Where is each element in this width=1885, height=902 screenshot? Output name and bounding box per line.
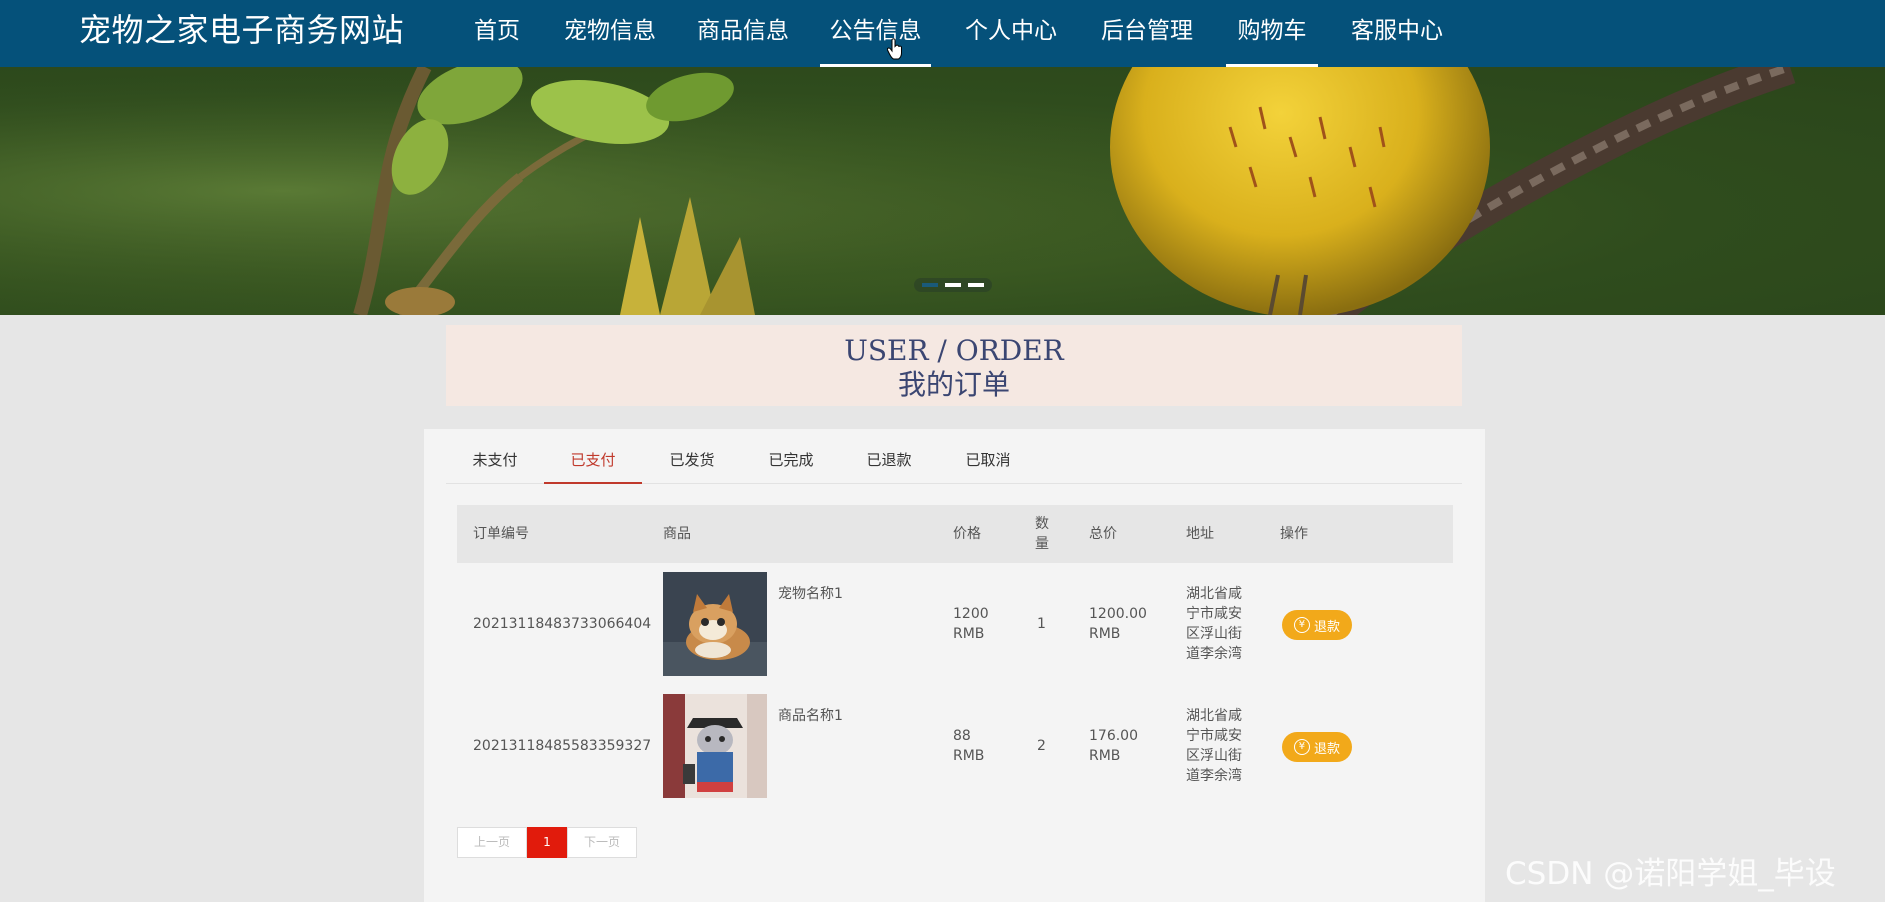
page-1-button[interactable]: 1 xyxy=(527,827,567,858)
nav-admin[interactable]: 后台管理 xyxy=(1101,0,1193,67)
nav-product-info[interactable]: 商品信息 xyxy=(697,0,789,67)
carousel-indicators xyxy=(914,278,992,292)
hero-banner[interactable] xyxy=(0,67,1885,315)
hand-cursor-icon xyxy=(887,38,902,60)
order-number: 20213118485583359327 xyxy=(473,738,652,754)
cat-costume-photo-image xyxy=(663,694,767,798)
header-product: 商品 xyxy=(663,526,691,542)
table-row: 20213118485583359327 商品名称1 88 RMB 2 176.… xyxy=(457,685,1453,807)
product-image[interactable] xyxy=(663,694,767,798)
product-image[interactable] xyxy=(663,572,767,676)
total-price: 1200.00 RMB xyxy=(1089,606,1147,642)
quantity: 2 xyxy=(1037,738,1046,754)
order-panel: 未支付 已支付 已发货 已完成 已退款 已取消 订单编号 商品 价格 数量 总价… xyxy=(424,429,1485,902)
address: 湖北省咸宁市咸安区浮山街道李余湾 xyxy=(1186,586,1242,662)
address: 湖北省咸宁市咸安区浮山街道李余湾 xyxy=(1186,708,1242,784)
header-price: 价格 xyxy=(953,526,981,542)
site-title[interactable]: 宠物之家电子商务网站 xyxy=(79,10,404,50)
next-page-button[interactable]: 下一页 xyxy=(567,827,637,858)
tab-completed[interactable]: 已完成 xyxy=(742,429,840,484)
yen-icon: ¥ xyxy=(1293,739,1310,755)
nav-customer-service[interactable]: 客服中心 xyxy=(1351,0,1443,67)
nav-notice-info[interactable]: 公告信息 xyxy=(820,0,931,67)
total-price: 176.00 RMB xyxy=(1089,728,1138,764)
order-number: 20213118483733066404 xyxy=(473,616,652,632)
header-total: 总价 xyxy=(1089,526,1117,542)
pagination: 上一页 1 下一页 xyxy=(457,827,637,858)
carousel-dot-2[interactable] xyxy=(945,283,961,287)
refund-button[interactable]: ¥ 退款 xyxy=(1282,732,1352,762)
refund-label: 退款 xyxy=(1313,619,1340,635)
nav-home[interactable]: 首页 xyxy=(474,0,520,67)
prev-page-button[interactable]: 上一页 xyxy=(457,827,527,858)
refund-label: 退款 xyxy=(1313,741,1340,757)
nav-pet-info[interactable]: 宠物信息 xyxy=(564,0,656,67)
quantity: 1 xyxy=(1037,616,1046,632)
header-address: 地址 xyxy=(1186,526,1214,542)
carousel-dot-3[interactable] xyxy=(968,283,984,287)
carousel-dot-1[interactable] xyxy=(922,283,938,287)
table-header: 订单编号 商品 价格 数量 总价 地址 操作 xyxy=(457,505,1453,563)
page-title-cn: 我的订单 xyxy=(897,368,1010,401)
tab-unpaid[interactable]: 未支付 xyxy=(446,429,544,484)
nav-cart[interactable]: 购物车 xyxy=(1226,0,1318,67)
tab-paid[interactable]: 已支付 xyxy=(544,429,642,484)
tab-shipped[interactable]: 已发货 xyxy=(643,429,741,484)
price: 1200 RMB xyxy=(953,606,989,642)
nav-personal-center[interactable]: 个人中心 xyxy=(965,0,1057,67)
price: 88 RMB xyxy=(953,728,985,764)
header-order-no: 订单编号 xyxy=(473,526,529,542)
cat-photo-image xyxy=(663,572,767,676)
refund-button[interactable]: ¥ 退款 xyxy=(1282,610,1352,640)
tab-refunded[interactable]: 已退款 xyxy=(840,429,938,484)
tab-cancelled[interactable]: 已取消 xyxy=(939,429,1037,484)
csdn-watermark: CSDN @诺阳学姐_毕设 xyxy=(1505,856,1836,892)
header-action: 操作 xyxy=(1280,526,1308,542)
page-title-box: USER / ORDER 我的订单 xyxy=(446,325,1462,406)
header-qty: 数量 xyxy=(1035,516,1049,552)
yen-icon: ¥ xyxy=(1293,617,1310,633)
product-name[interactable]: 宠物名称1 xyxy=(778,584,843,604)
product-name[interactable]: 商品名称1 xyxy=(778,706,843,726)
table-row: 20213118483733066404 宠物名称1 1200 RMB 1 12… xyxy=(457,563,1453,685)
page-title-en: USER / ORDER xyxy=(844,334,1064,367)
top-nav: 宠物之家电子商务网站 首页 宠物信息 商品信息 公告信息 个人中心 后台管理 购… xyxy=(0,0,1885,67)
order-status-tabs: 未支付 已支付 已发货 已完成 已退款 已取消 xyxy=(446,429,1462,484)
